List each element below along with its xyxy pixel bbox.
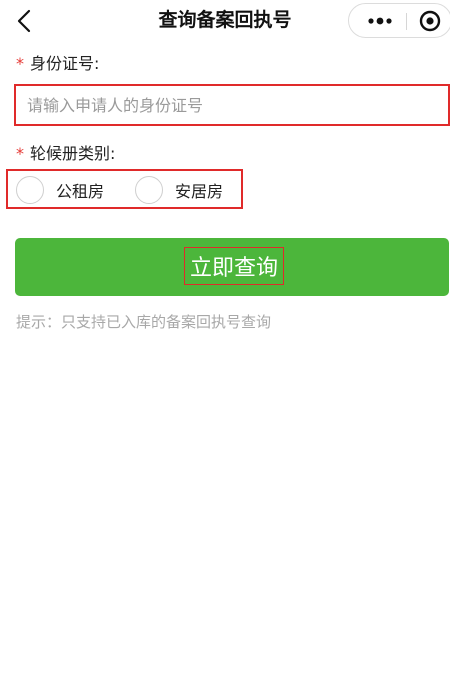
nav-bar: 查询备案回执号	[0, 0, 450, 44]
radio-circle-icon	[16, 176, 44, 204]
required-mark: *	[16, 54, 24, 73]
mini-program-capsule	[348, 3, 450, 38]
more-button[interactable]	[357, 4, 403, 37]
id-number-field	[14, 84, 450, 126]
category-radio-group: 公租房 安居房	[6, 169, 243, 209]
category-label-text: 轮候册类别:	[30, 144, 116, 163]
id-number-label-text: 身份证号:	[30, 54, 100, 73]
query-button-label: 立即查询	[189, 256, 278, 281]
close-button[interactable]	[419, 4, 441, 37]
radio-circle-icon	[135, 176, 163, 204]
query-button[interactable]: 立即查询	[15, 238, 449, 296]
id-number-input[interactable]	[16, 86, 448, 124]
category-label: * 轮候册类别:	[16, 143, 115, 165]
query-label-highlight: 立即查询	[184, 247, 284, 285]
radio-label: 安居房	[175, 182, 224, 201]
hint-text: 提示：只支持已入库的备案回执号查询	[16, 313, 272, 331]
more-dots-icon	[368, 17, 392, 24]
id-number-label: * 身份证号:	[16, 53, 99, 75]
radio-public-rental[interactable]: 公租房	[16, 176, 104, 204]
target-close-icon	[419, 10, 441, 31]
capsule-divider	[406, 13, 407, 30]
required-mark: *	[16, 144, 24, 163]
radio-label: 公租房	[56, 182, 105, 201]
radio-settlement-housing[interactable]: 安居房	[135, 176, 223, 204]
